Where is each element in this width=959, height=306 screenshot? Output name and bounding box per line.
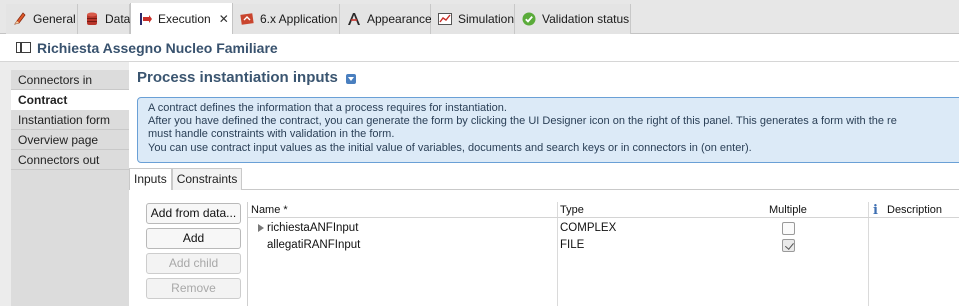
info-box: A contract defines the information that … <box>137 97 959 163</box>
input-type[interactable]: COMPLEX <box>560 220 616 237</box>
section-header: Process instantiation inputs <box>137 69 356 86</box>
tab-simulation[interactable]: Simulation <box>431 4 515 34</box>
pencil-icon <box>12 11 28 27</box>
multiple-checkbox[interactable] <box>782 239 795 252</box>
nav-item-contract[interactable]: Contract <box>11 90 129 110</box>
info-line: A contract defines the information that … <box>148 102 507 114</box>
execution-icon <box>137 11 153 27</box>
table-row[interactable]: richiestaANFInput COMPLEX <box>248 220 959 237</box>
column-header-type[interactable]: Type <box>557 202 584 218</box>
add-button[interactable]: Add <box>146 228 241 249</box>
expand-arrow-icon[interactable] <box>258 224 264 232</box>
tab-validation-status-label: Validation status <box>542 12 630 26</box>
close-icon[interactable]: ✕ <box>219 12 229 26</box>
tab-execution-label: Execution <box>158 12 211 26</box>
input-type[interactable]: FILE <box>560 237 584 254</box>
add-from-data-button[interactable]: Add from data... <box>146 203 241 224</box>
table-row[interactable]: allegatiRANFInput FILE <box>248 237 959 254</box>
application-icon <box>239 11 255 27</box>
inner-tab-divider <box>129 189 959 190</box>
inputs-table: Name * Type Multiple i Description richi… <box>247 202 959 306</box>
pool-icon <box>16 42 31 53</box>
simulation-chart-icon <box>437 11 453 27</box>
multiple-checkbox[interactable] <box>782 222 795 235</box>
info-icon: i <box>873 203 878 218</box>
info-line: You can use contract input values as the… <box>148 141 752 154</box>
input-name[interactable]: richiestaANFInput <box>267 220 358 237</box>
info-line: After you have defined the contract, you… <box>148 115 897 128</box>
appearance-icon <box>346 11 362 27</box>
inner-tab-bar: Inputs Constraints <box>129 168 243 190</box>
nav-item-connectors-in[interactable]: Connectors in <box>11 70 129 90</box>
editor-tab-bar: General Data Execution ✕ 6.x Application… <box>0 0 959 35</box>
tab-validation-status[interactable]: Validation status <box>515 4 631 34</box>
nav-item-instantiation-form[interactable]: Instantiation form <box>11 110 129 130</box>
column-header-multiple[interactable]: Multiple <box>766 202 807 218</box>
database-icon <box>84 11 100 27</box>
column-header-name[interactable]: Name * <box>248 202 288 218</box>
add-child-button[interactable]: Add child <box>146 253 241 274</box>
tab-simulation-label: Simulation <box>458 12 515 26</box>
left-nav: Connectors in Contract Instantiation for… <box>11 70 129 170</box>
tab-inputs[interactable]: Inputs <box>129 168 172 190</box>
nav-item-connectors-out[interactable]: Connectors out <box>11 150 129 170</box>
info-line: must handle constraints with validation … <box>148 128 395 141</box>
nav-item-overview-page[interactable]: Overview page <box>11 130 129 150</box>
tab-execution[interactable]: Execution ✕ <box>130 3 233 35</box>
tab-data-label: Data <box>105 12 131 26</box>
tab-application[interactable]: 6.x Application <box>233 4 340 34</box>
tab-general-label: General <box>33 12 76 26</box>
tab-data[interactable]: Data <box>78 4 130 34</box>
table-header: Name * Type Multiple i Description <box>248 202 959 218</box>
section-title: Process instantiation inputs <box>137 69 338 86</box>
tab-constraints[interactable]: Constraints <box>171 168 243 190</box>
tab-application-label: 6.x Application <box>260 12 338 26</box>
remove-button[interactable]: Remove <box>146 278 241 299</box>
contract-panel: Process instantiation inputs A contract … <box>129 62 959 306</box>
section-menu-icon[interactable] <box>345 73 356 84</box>
page-title: Richiesta Assegno Nucleo Familiare <box>37 39 278 56</box>
input-name[interactable]: allegatiRANFInput <box>267 237 360 254</box>
column-header-description[interactable]: Description <box>884 202 942 218</box>
check-circle-icon <box>521 11 537 27</box>
tab-appearance[interactable]: Appearance <box>340 4 432 34</box>
tab-general[interactable]: General <box>6 4 78 34</box>
left-nav-background <box>11 170 129 306</box>
tab-appearance-label: Appearance <box>367 12 432 26</box>
process-title-bar: Richiesta Assegno Nucleo Familiare <box>0 34 959 62</box>
